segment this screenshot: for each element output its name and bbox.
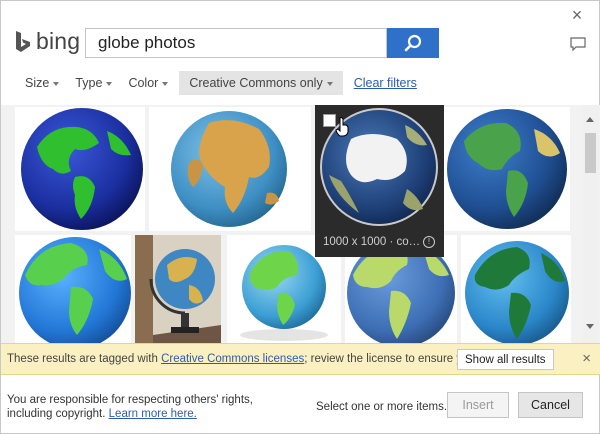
result-thumbnail[interactable] — [15, 235, 131, 343]
result-thumbnail[interactable] — [444, 107, 570, 231]
scroll-thumb[interactable] — [585, 133, 596, 173]
insert-button[interactable]: Insert — [447, 392, 509, 418]
selection-status: Select one or more items. — [316, 401, 448, 413]
search-input[interactable] — [86, 29, 386, 57]
hand-cursor-icon — [335, 117, 349, 137]
results-scrollbar[interactable] — [582, 105, 599, 343]
globe-image — [465, 241, 569, 343]
filter-license[interactable]: Creative Commons only — [179, 71, 343, 95]
globe-image — [447, 109, 567, 229]
scroll-up-icon[interactable] — [586, 117, 594, 122]
feedback-icon[interactable] — [570, 37, 586, 51]
filter-type[interactable]: Type — [67, 71, 120, 95]
globe-image — [171, 111, 287, 227]
filter-color[interactable]: Color — [120, 71, 176, 95]
caret-down-icon — [106, 81, 113, 86]
filter-size[interactable]: Size — [15, 71, 67, 95]
copyright-notice: You are responsible for respecting other… — [7, 394, 253, 420]
insert-pictures-dialog: × bing Size Type Color Creative Commons … — [0, 0, 600, 434]
bing-logo: bing — [14, 28, 80, 55]
globe-image — [19, 237, 131, 343]
result-thumbnail[interactable] — [149, 107, 311, 231]
result-thumbnail-hovered[interactable]: 1000 x 1000 · co… ! — [315, 105, 444, 257]
search-icon — [404, 34, 422, 52]
search-field[interactable] — [85, 28, 387, 58]
result-thumbnail[interactable] — [15, 107, 145, 231]
cancel-button[interactable]: Cancel — [518, 392, 583, 418]
brand-name: bing — [36, 28, 81, 54]
close-icon[interactable]: × — [569, 6, 585, 24]
caret-down-icon — [53, 81, 60, 86]
close-icon[interactable]: × — [582, 351, 591, 366]
learn-more-link[interactable]: Learn more here. — [109, 408, 197, 420]
filter-bar: Size Type Color Creative Commons only Cl… — [15, 71, 417, 95]
globe-image — [135, 235, 221, 343]
results-grid — [1, 105, 600, 343]
creative-commons-link[interactable]: Creative Commons licenses — [161, 353, 304, 365]
search-button[interactable] — [387, 28, 439, 58]
bing-b-icon — [16, 30, 30, 52]
show-all-results-button[interactable]: Show all results — [457, 349, 554, 370]
scroll-down-icon[interactable] — [586, 324, 594, 329]
clear-filters-link[interactable]: Clear filters — [354, 76, 417, 90]
result-thumbnail[interactable] — [461, 235, 571, 343]
caret-down-icon — [162, 81, 169, 86]
caret-down-icon — [326, 81, 333, 86]
info-icon[interactable]: ! — [423, 236, 435, 248]
globe-image — [21, 108, 143, 230]
license-notice-bar: These results are tagged with Creative C… — [1, 343, 600, 375]
result-thumbnail[interactable] — [135, 235, 221, 343]
